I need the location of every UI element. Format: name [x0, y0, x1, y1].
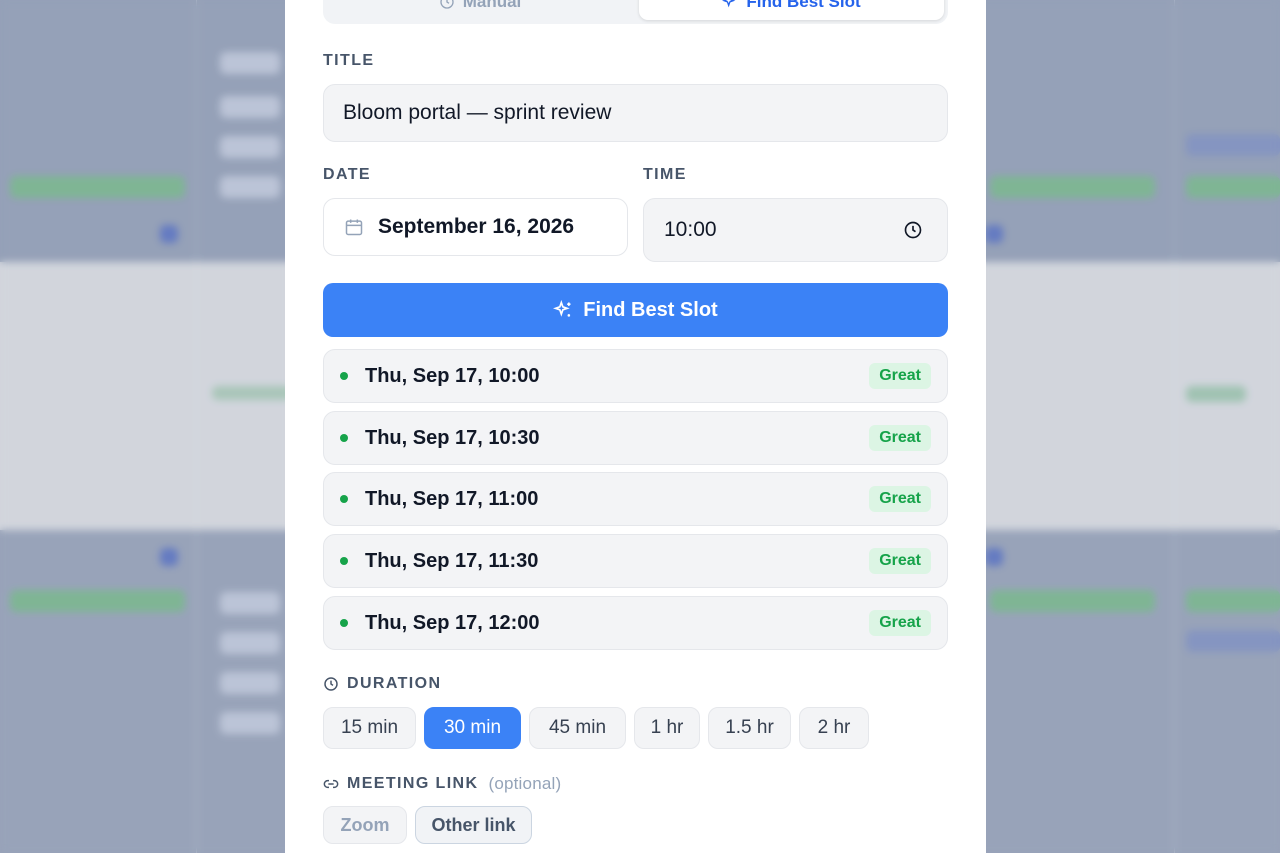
status-dot: [340, 619, 348, 627]
find-best-slot-label: Find Best Slot: [583, 298, 718, 321]
date-label: DATE: [323, 166, 371, 184]
status-dot: [340, 557, 348, 565]
slot-option[interactable]: Thu, Sep 17, 12:00 Great: [323, 596, 948, 650]
zoom-option[interactable]: Zoom: [323, 806, 407, 844]
duration-label: DURATION: [323, 675, 441, 693]
slot-rating-badge: Great: [869, 548, 931, 574]
duration-option-1-5-hr[interactable]: 1.5 hr: [708, 707, 791, 749]
duration-options: 15 min 30 min 45 min 1 hr 1.5 hr 2 hr: [323, 707, 869, 749]
duration-option-30-min[interactable]: 30 min: [424, 707, 521, 749]
title-label: TITLE: [323, 52, 374, 70]
title-input-value: Bloom portal — sprint review: [343, 101, 612, 124]
time-input[interactable]: 10:00: [643, 198, 948, 262]
slot-rating-badge: Great: [869, 610, 931, 636]
slot-option[interactable]: Thu, Sep 17, 10:30 Great: [323, 411, 948, 465]
slot-time: Thu, Sep 17, 10:30: [365, 426, 540, 449]
meeting-link-label: MEETING LINK (optional): [323, 774, 561, 794]
title-label-text: TITLE: [323, 52, 375, 69]
date-value: September 16, 2026: [378, 215, 575, 238]
link-icon: [323, 776, 339, 792]
tab-manual-label: Manual: [462, 0, 522, 11]
tab-manual[interactable]: Manual: [327, 0, 633, 20]
slot-option[interactable]: Thu, Sep 17, 11:00 Great: [323, 472, 948, 526]
slot-option[interactable]: Thu, Sep 17, 10:00 Great: [323, 349, 948, 403]
sparkles-icon: [553, 300, 573, 320]
duration-label-text: DURATION: [347, 675, 442, 692]
optional-note: (optional): [488, 774, 562, 793]
sparkles-icon: [722, 0, 738, 10]
meeting-link-label-text: MEETING LINK: [347, 775, 479, 792]
date-label-text: DATE: [323, 166, 371, 183]
tab-find-best-slot[interactable]: Find Best Slot: [639, 0, 944, 20]
time-label-text: TIME: [643, 166, 687, 183]
other-link-option[interactable]: Other link: [415, 806, 532, 844]
duration-option-15-min[interactable]: 15 min: [323, 707, 416, 749]
duration-option-1-hr[interactable]: 1 hr: [634, 707, 700, 749]
tab-find-best-slot-label: Find Best Slot: [746, 0, 861, 11]
slot-option[interactable]: Thu, Sep 17, 11:30 Great: [323, 534, 948, 588]
find-best-slot-button[interactable]: Find Best Slot: [323, 283, 948, 337]
slot-rating-badge: Great: [869, 425, 931, 451]
schedule-meeting-modal: Manual Find Best Slot TITLE Bloom portal…: [285, 0, 986, 853]
title-input[interactable]: Bloom portal — sprint review: [323, 84, 948, 142]
clock-icon: [439, 0, 455, 10]
meeting-link-options: Zoom Other link: [323, 806, 532, 844]
slot-rating-badge: Great: [869, 486, 931, 512]
slot-time: Thu, Sep 17, 11:30: [365, 549, 539, 572]
clock-icon: [323, 676, 339, 692]
slot-time: Thu, Sep 17, 10:00: [365, 364, 540, 387]
clock-icon[interactable]: [903, 220, 923, 240]
slot-time: Thu, Sep 17, 12:00: [365, 611, 540, 634]
time-label: TIME: [643, 166, 687, 184]
slot-time: Thu, Sep 17, 11:00: [365, 487, 539, 510]
duration-option-2-hr[interactable]: 2 hr: [799, 707, 869, 749]
duration-option-45-min[interactable]: 45 min: [529, 707, 626, 749]
status-dot: [340, 434, 348, 442]
status-dot: [340, 495, 348, 503]
time-value: 10:00: [664, 218, 717, 241]
slot-rating-badge: Great: [869, 363, 931, 389]
mode-switch: Manual Find Best Slot: [323, 0, 948, 24]
calendar-icon: [344, 217, 364, 237]
status-dot: [340, 372, 348, 380]
date-picker[interactable]: September 16, 2026: [323, 198, 628, 256]
